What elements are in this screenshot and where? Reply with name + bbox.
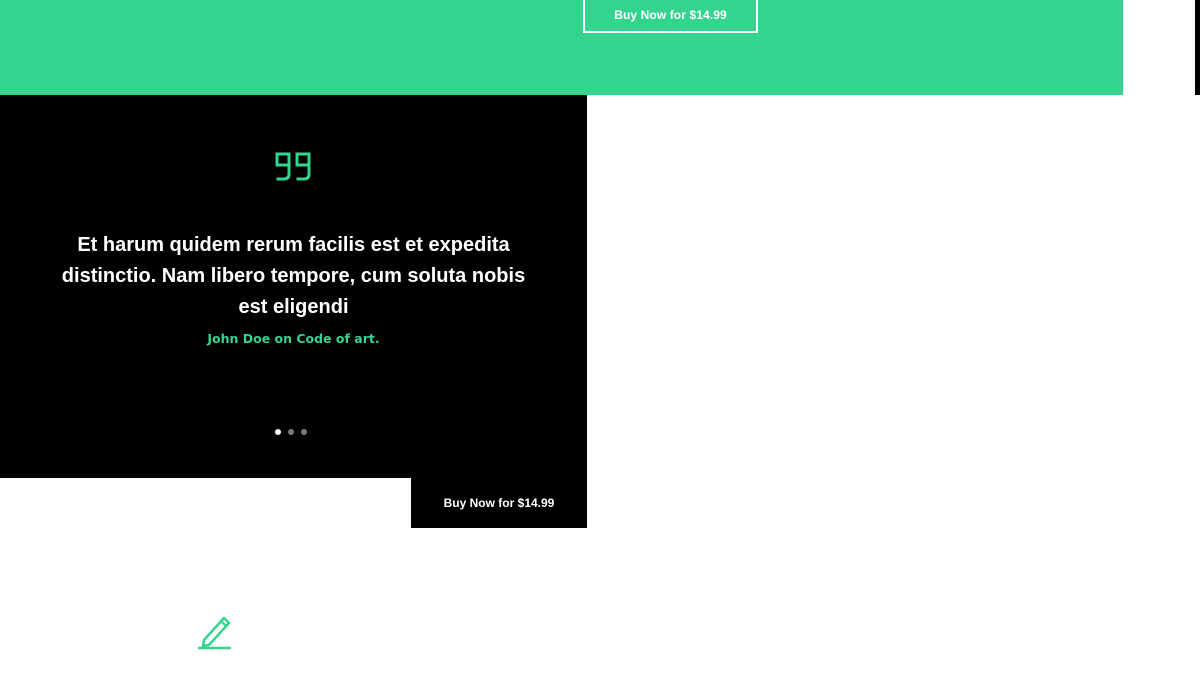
cta-banner: Buy Now for $14.99 [0,0,1123,95]
slider-dot-3[interactable] [301,429,307,435]
page: Buy Now for $14.99 Et harum quidem rerum… [0,0,1200,675]
buy-now-outline-button[interactable]: Buy Now for $14.99 [583,0,758,33]
pencil-icon [197,616,232,650]
buy-now-button[interactable]: Buy Now for $14.99 [411,478,587,528]
testimonial-author: John Doe on Code of art. [207,331,380,346]
testimonial-quote: Et harum quidem rerum facilis est et exp… [61,234,526,318]
slider-pagination [275,429,307,435]
slider-dot-1[interactable] [275,429,281,435]
quote-icon [275,152,311,181]
scrollbar[interactable] [1195,0,1200,95]
testimonial-slider: Et harum quidem rerum facilis est et exp… [0,95,587,478]
slider-dot-2[interactable] [288,429,294,435]
